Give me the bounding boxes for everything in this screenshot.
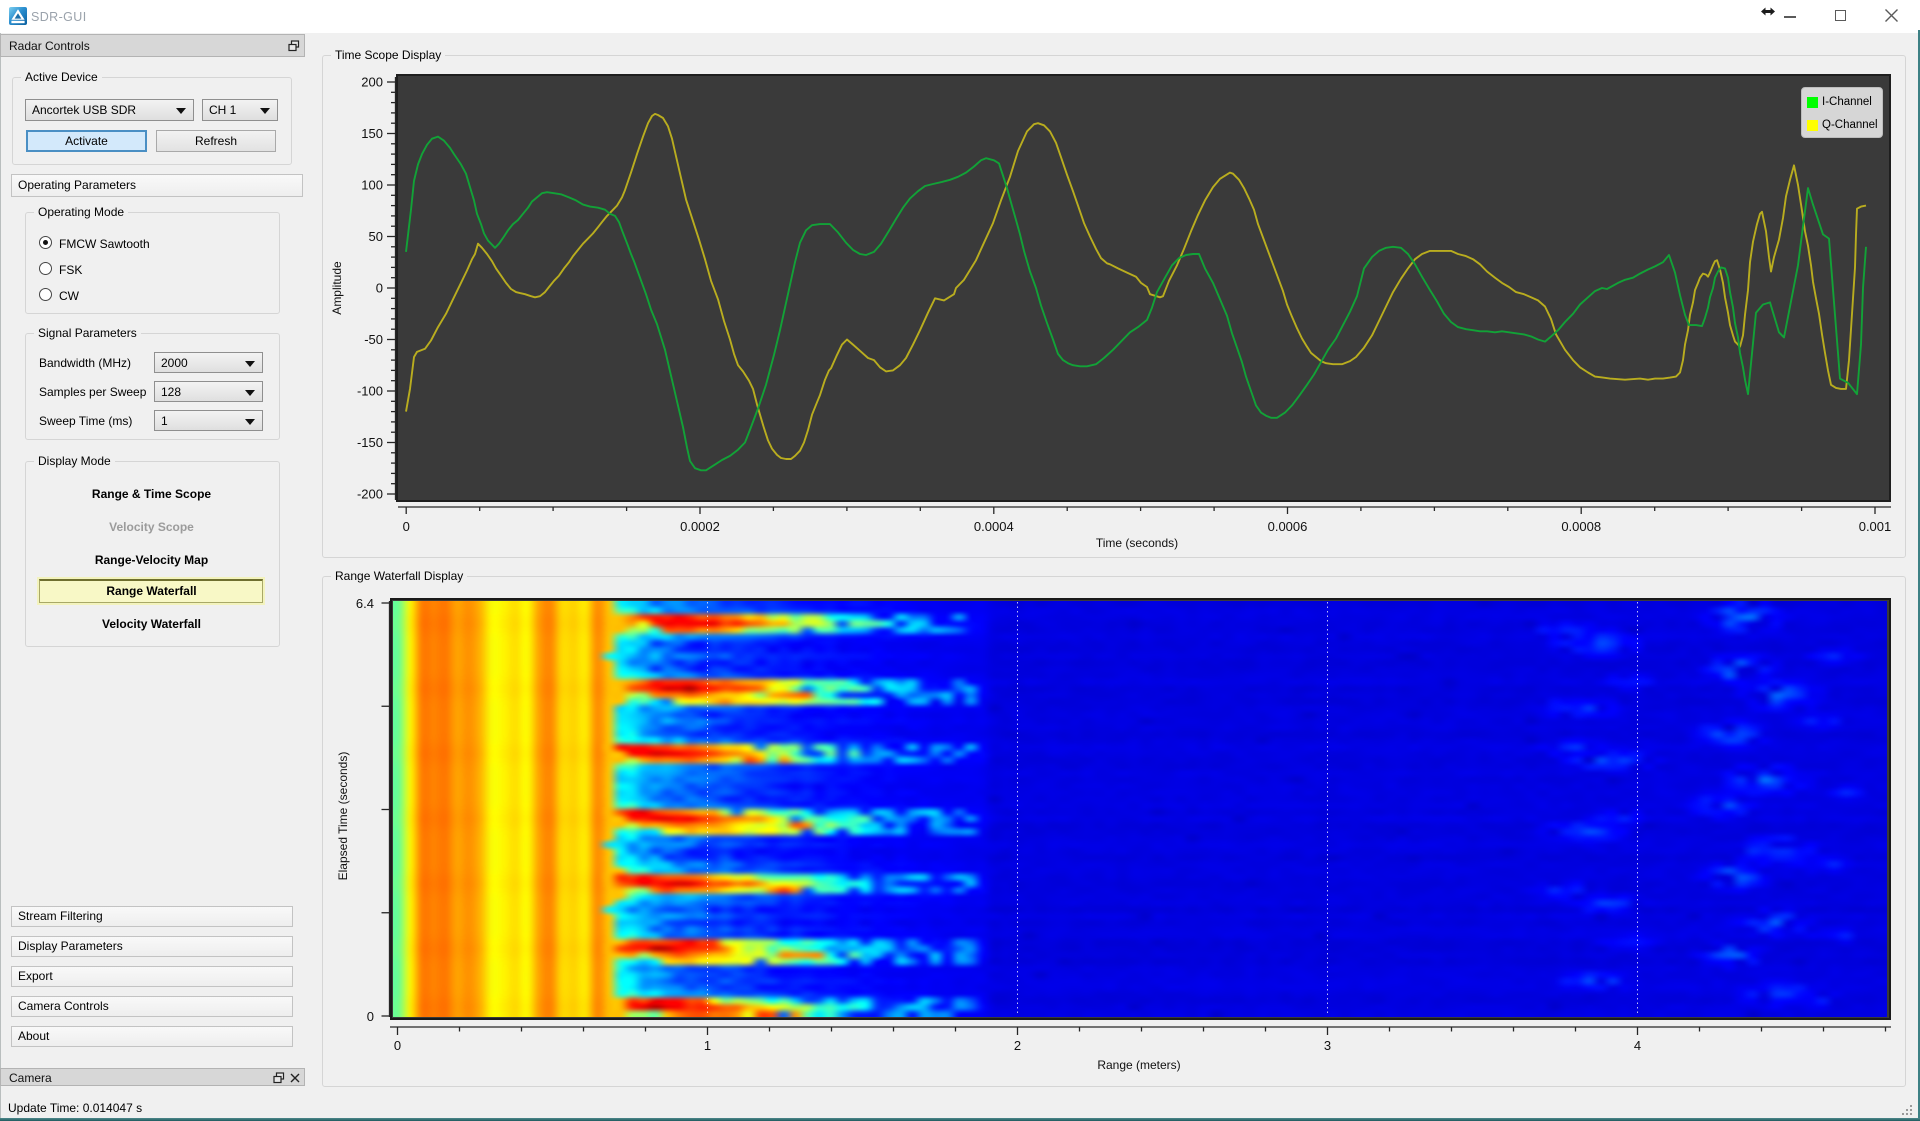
svg-text:Amplitude: Amplitude	[330, 261, 344, 315]
svg-text:0: 0	[403, 519, 410, 534]
svg-text:0.0002: 0.0002	[680, 519, 720, 534]
svg-text:0.0008: 0.0008	[1561, 519, 1601, 534]
svg-text:6.4: 6.4	[356, 596, 374, 611]
svg-text:Time (seconds): Time (seconds)	[1096, 536, 1178, 550]
svg-text:150: 150	[361, 126, 383, 141]
svg-text:4: 4	[1634, 1038, 1641, 1053]
svg-text:0: 0	[394, 1038, 401, 1053]
svg-text:1: 1	[704, 1038, 711, 1053]
svg-text:0.0006: 0.0006	[1268, 519, 1308, 534]
svg-text:0: 0	[367, 1009, 374, 1024]
svg-text:50: 50	[369, 229, 383, 244]
svg-text:-50: -50	[364, 332, 383, 347]
svg-text:Elapsed Time (seconds): Elapsed Time (seconds)	[336, 752, 350, 881]
svg-text:100: 100	[361, 178, 383, 193]
svg-text:0.001: 0.001	[1859, 519, 1892, 534]
svg-text:Range (meters): Range (meters)	[1097, 1058, 1180, 1072]
svg-text:3: 3	[1324, 1038, 1331, 1053]
svg-text:-100: -100	[357, 384, 383, 399]
svg-text:0: 0	[376, 281, 383, 296]
svg-text:-200: -200	[357, 487, 383, 502]
svg-text:200: 200	[361, 75, 383, 90]
svg-text:0.0004: 0.0004	[974, 519, 1014, 534]
svg-text:2: 2	[1014, 1038, 1021, 1053]
svg-text:-150: -150	[357, 435, 383, 450]
